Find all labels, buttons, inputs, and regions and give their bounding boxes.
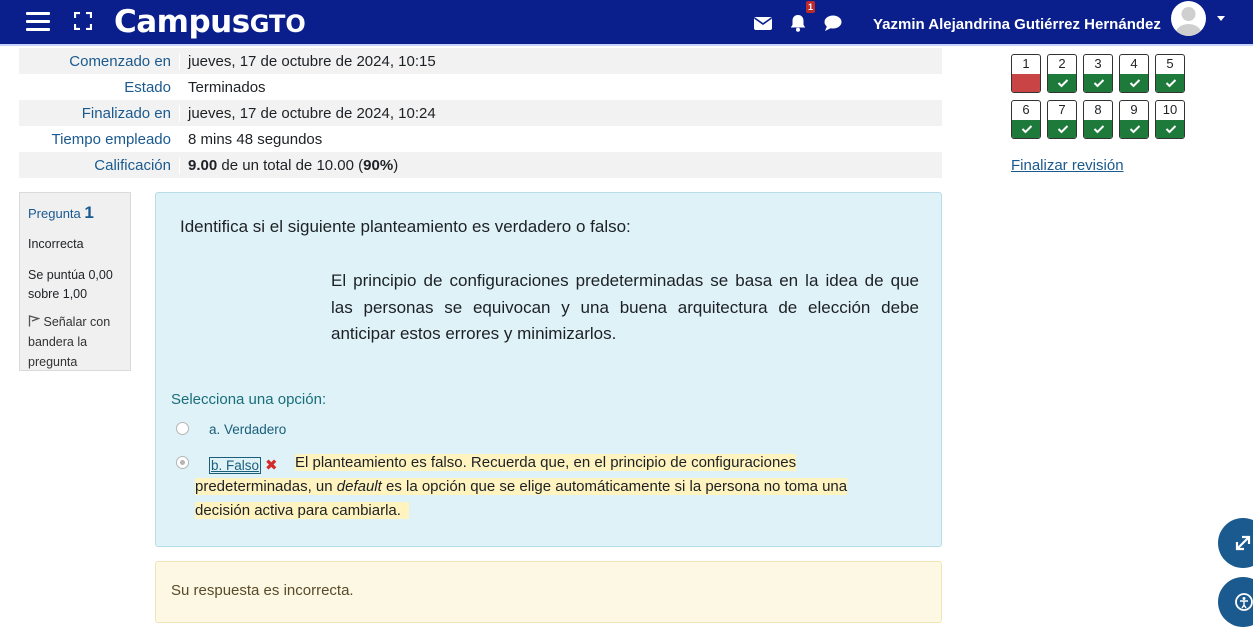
option-a-radio[interactable] <box>176 422 189 435</box>
summary-label: Comenzado en <box>69 52 171 70</box>
summary-value: 8 mins 48 segundos <box>179 130 322 148</box>
fullscreen-icon[interactable] <box>74 12 92 30</box>
quiz-nav-button-1[interactable]: 1 <box>1011 54 1041 93</box>
quiz-nav-number: 7 <box>1058 102 1066 117</box>
correct-status <box>1084 74 1112 92</box>
grade-end: ) <box>393 156 399 174</box>
question-score: Se puntúa 0,00 sobre 1,00 <box>28 268 113 301</box>
option-a-label[interactable]: a. Verdadero <box>209 422 286 437</box>
expand-button[interactable] <box>1218 518 1253 568</box>
user-avatar[interactable] <box>1171 1 1206 36</box>
campus-logo[interactable]: CampusGTO <box>114 4 306 40</box>
answer-prompt: Selecciona una opción: <box>171 391 327 408</box>
feedback-emphasis: default <box>336 478 382 495</box>
user-name[interactable]: Yazmin Alejandrina Gutiérrez Hernández <box>873 16 1161 33</box>
grade-score: 9.00 <box>188 156 218 174</box>
summary-value: Terminados <box>179 78 266 96</box>
grade-percent: 90% <box>363 156 394 174</box>
top-navbar: CampusGTO 1 Yazmin Alejandrina Gutiérrez… <box>0 0 1253 46</box>
answer-feedback: El planteamiento es falso. Recuerda que,… <box>195 451 895 523</box>
messages-icon[interactable] <box>753 13 773 33</box>
summary-label: Estado <box>124 78 171 96</box>
correct-status <box>1012 120 1040 138</box>
quiz-nav-number: 4 <box>1130 56 1138 71</box>
check-icon <box>1093 79 1105 88</box>
quiz-nav-button-9[interactable]: 9 <box>1119 100 1149 139</box>
check-icon <box>1165 79 1177 88</box>
check-icon <box>1165 125 1177 134</box>
flag-question-link[interactable]: Señalar con bandera la pregunta <box>28 312 122 372</box>
quiz-nav-number: 9 <box>1130 102 1138 117</box>
notification-badge: 1 <box>806 1 815 13</box>
correct-status <box>1048 120 1076 138</box>
quiz-nav-number: 8 <box>1094 102 1102 117</box>
quiz-nav-number: 5 <box>1166 56 1174 71</box>
correct-status <box>1048 74 1076 92</box>
question-number: Pregunta 1 <box>28 203 94 222</box>
quiz-nav-button-5[interactable]: 5 <box>1155 54 1185 93</box>
flag-icon <box>28 315 41 327</box>
quiz-nav-button-4[interactable]: 4 <box>1119 54 1149 93</box>
quiz-nav-number: 3 <box>1094 56 1102 71</box>
quiz-nav-button-6[interactable]: 6 <box>1011 100 1041 139</box>
summary-label: Tiempo empleado <box>51 130 171 148</box>
check-icon <box>1021 125 1033 134</box>
accessibility-icon <box>1235 593 1253 611</box>
expand-icon <box>1235 535 1251 551</box>
outcome-message: Su respuesta es incorrecta. <box>155 561 942 623</box>
check-icon <box>1093 125 1105 134</box>
menu-icon[interactable] <box>26 12 50 32</box>
correct-status <box>1156 120 1184 138</box>
option-b-radio[interactable] <box>176 456 189 469</box>
summary-row-grade: Calificación 9.00 de un total de 10.00 (… <box>19 152 942 178</box>
summary-row: Finalizado en jueves, 17 de octubre de 2… <box>19 100 942 126</box>
quiz-nav-button-8[interactable]: 8 <box>1083 100 1113 139</box>
quiz-nav-button-7[interactable]: 7 <box>1047 100 1077 139</box>
quiz-nav-number: 1 <box>1022 56 1030 71</box>
quiz-nav-number: 2 <box>1058 56 1066 71</box>
correct-status <box>1120 74 1148 92</box>
correct-status <box>1084 120 1112 138</box>
incorrect-status <box>1012 74 1040 92</box>
quiz-nav-button-10[interactable]: 10 <box>1155 100 1185 139</box>
accessibility-button[interactable] <box>1218 577 1253 627</box>
summary-value: jueves, 17 de octubre de 2024, 10:15 <box>179 52 436 70</box>
grade-value: 9.00 de un total de 10.00 (90%) <box>179 156 399 174</box>
quiz-nav-button-3[interactable]: 3 <box>1083 54 1113 93</box>
correct-status <box>1156 74 1184 92</box>
user-avatar-icon <box>1175 7 1202 36</box>
summary-row: Estado Terminados <box>19 74 942 100</box>
summary-row: Tiempo empleado 8 mins 48 segundos <box>19 126 942 152</box>
chat-icon[interactable] <box>823 13 843 33</box>
question-content: Identifica si el siguiente planteamiento… <box>155 192 942 547</box>
attempt-summary: Comenzado en jueves, 17 de octubre de 20… <box>19 48 942 178</box>
question-state: Incorrecta <box>28 237 84 251</box>
check-icon <box>1057 79 1069 88</box>
quiz-nav-number: 10 <box>1162 102 1178 117</box>
grade-total: de un total de 10.00 ( <box>217 156 364 174</box>
summary-label: Calificación <box>94 156 171 174</box>
summary-label: Finalizado en <box>81 104 171 122</box>
check-icon <box>1057 125 1069 134</box>
summary-row: Comenzado en jueves, 17 de octubre de 20… <box>19 48 942 74</box>
quiz-nav-button-2[interactable]: 2 <box>1047 54 1077 93</box>
question-statement: El principio de configuraciones predeter… <box>331 271 919 343</box>
bell-icon[interactable] <box>788 13 808 33</box>
summary-value: jueves, 17 de octubre de 2024, 10:24 <box>179 104 436 122</box>
question-instruction: Identifica si el siguiente planteamiento… <box>180 217 631 236</box>
quiz-nav-number: 6 <box>1022 102 1030 117</box>
question-info: Pregunta 1 Incorrecta Se puntúa 0,00 sob… <box>19 192 131 371</box>
check-icon <box>1129 79 1141 88</box>
correct-status <box>1120 120 1148 138</box>
chevron-down-icon[interactable] <box>1217 16 1225 21</box>
finish-review-link[interactable]: Finalizar revisión <box>1011 157 1124 174</box>
check-icon <box>1129 125 1141 134</box>
flag-label: Señalar con bandera la pregunta <box>28 315 111 369</box>
